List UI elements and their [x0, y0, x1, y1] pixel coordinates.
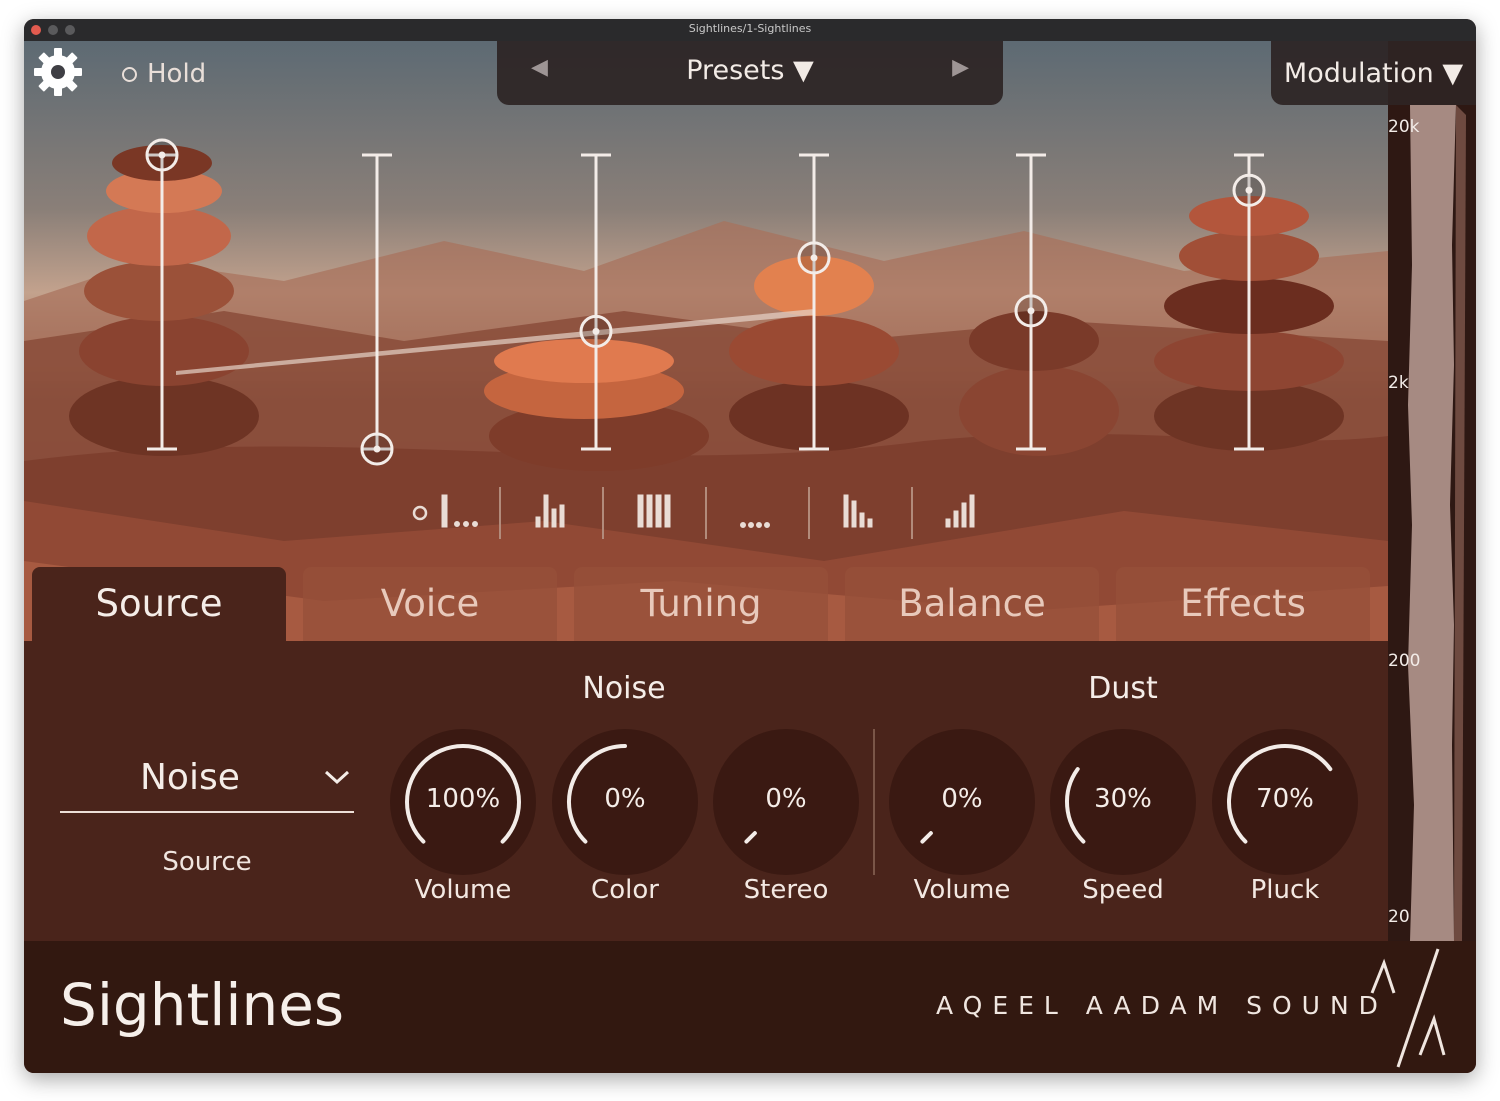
- rock-scene: [24, 41, 1388, 641]
- meter-label-20: 20: [1388, 907, 1410, 927]
- knob-value: 0%: [604, 784, 646, 814]
- meter-label-200: 200: [1388, 651, 1421, 671]
- title-bar: Sightlines/1-Sightlines: [24, 19, 1476, 41]
- noise-section-title: Noise: [582, 671, 666, 706]
- noise-volume-knob[interactable]: 100% Volume: [390, 729, 536, 905]
- hold-toggle[interactable]: Hold: [122, 59, 206, 89]
- knob-value: 70%: [1256, 784, 1314, 814]
- presets-bar: ◀ Presets ▼ ▶: [497, 41, 1003, 105]
- source-caption: Source: [162, 847, 252, 877]
- pattern-2-icon: [535, 494, 565, 528]
- dust-pluck-knob[interactable]: 70% Pluck: [1212, 729, 1358, 905]
- presets-dropdown[interactable]: Presets ▼: [497, 55, 1003, 86]
- tab-effects[interactable]: Effects: [1116, 567, 1370, 641]
- pattern-selector: [412, 487, 975, 539]
- knob-label: Volume: [414, 875, 512, 905]
- tab-voice[interactable]: Voice: [303, 567, 557, 641]
- tab-balance[interactable]: Balance: [845, 567, 1099, 641]
- dust-volume-knob[interactable]: 0% Volume: [889, 729, 1035, 905]
- source-select-value: Noise: [140, 757, 240, 798]
- pattern-4-icon: [740, 522, 770, 528]
- pattern-6-icon: [945, 494, 975, 528]
- tab-source[interactable]: Source: [32, 567, 286, 641]
- section-divider: [873, 729, 875, 875]
- knob-label: Color: [591, 875, 659, 905]
- brand-logo-icon: [1370, 948, 1446, 1068]
- noise-color-knob[interactable]: 0% Color: [552, 729, 698, 905]
- modulation-dropdown[interactable]: Modulation ▼: [1271, 41, 1476, 105]
- pattern-1-icon: [441, 494, 478, 528]
- dust-section-title: Dust: [1088, 671, 1158, 706]
- knob-value: 100%: [425, 784, 501, 814]
- next-preset-arrow-icon[interactable]: ▶: [952, 55, 969, 80]
- dust-speed-knob[interactable]: 30% Speed: [1050, 729, 1196, 905]
- chevron-down-icon: [324, 770, 350, 785]
- plugin-window: Sightlines/1-Sightlines Hold ◀ Presets ▼…: [24, 19, 1476, 1073]
- meter-label-2k: 2k: [1388, 373, 1409, 393]
- pattern-3-icon: [637, 494, 671, 528]
- source-panel: Noise Dust Noise Source 100% Volume 0% Col…: [24, 641, 1388, 941]
- pattern-5-icon: [843, 494, 873, 528]
- tab-tuning[interactable]: Tuning: [574, 567, 828, 641]
- meter-label-20k: 20k: [1388, 117, 1420, 137]
- knob-label: Volume: [913, 875, 1011, 905]
- knob-label: Speed: [1082, 875, 1164, 905]
- knob-value: 30%: [1094, 784, 1152, 814]
- settings-gear-icon[interactable]: [32, 46, 84, 98]
- frequency-meter: 20k 2k 200 20: [1388, 105, 1476, 941]
- brand-name: AQEEL AADAM SOUND: [936, 991, 1388, 1020]
- hold-label: Hold: [147, 59, 207, 89]
- hold-radio-icon: [122, 66, 137, 82]
- window-title: Sightlines/1-Sightlines: [688, 22, 812, 35]
- footer: Sightlines AQEEL AADAM SOUND: [24, 941, 1476, 1073]
- noise-stereo-knob[interactable]: 0% Stereo: [713, 729, 859, 905]
- rock-stack-5: [959, 311, 1119, 456]
- knob-label: Stereo: [743, 875, 829, 905]
- source-select[interactable]: Noise: [60, 749, 354, 813]
- tab-bar: Source Voice Tuning Balance Effects: [24, 567, 1388, 641]
- meter-bar: [1408, 105, 1466, 941]
- knob-value: 0%: [941, 784, 983, 814]
- pattern-radio-icon: [412, 505, 428, 521]
- app-name: Sightlines: [60, 971, 345, 1039]
- knob-value: 0%: [765, 784, 807, 814]
- knob-label: Pluck: [1250, 875, 1320, 905]
